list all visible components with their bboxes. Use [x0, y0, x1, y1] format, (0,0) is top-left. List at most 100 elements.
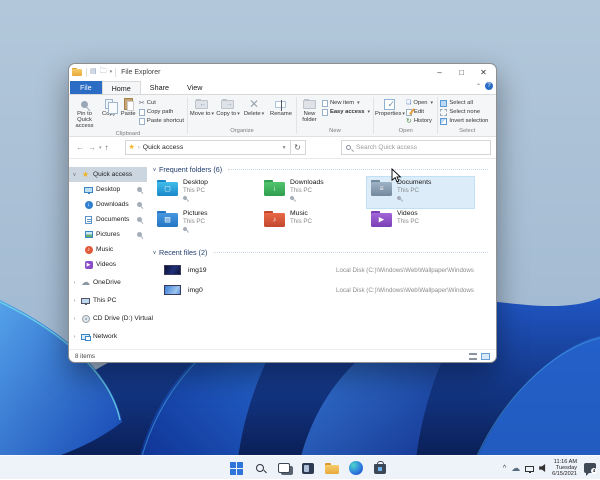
sidebar-item-quick-access[interactable]: ∨ ★ Quick access [69, 167, 147, 182]
new-item-button[interactable]: New item [321, 99, 370, 107]
pin-to-quick-access-button[interactable]: Pin to Quick access [70, 96, 99, 130]
back-icon[interactable]: ← [74, 143, 86, 152]
qat-new-folder-icon[interactable]: 🗀 [100, 68, 107, 76]
file-explorer-button[interactable] [324, 460, 340, 476]
breadcrumb-chevron-icon: › [137, 144, 140, 151]
properties-button[interactable]: Properties [375, 96, 405, 117]
cd-drive-icon [81, 314, 90, 323]
edit-button[interactable]: Edit [405, 108, 433, 116]
windows-logo-icon [229, 461, 243, 475]
sidebar-item-pictures[interactable]: Pictures [69, 227, 147, 242]
large-icons-view-icon[interactable] [481, 352, 490, 360]
up-icon[interactable]: ↑ [103, 143, 111, 152]
chevron-down-icon[interactable]: ∨ [150, 250, 159, 256]
rename-button[interactable]: Rename [267, 96, 295, 117]
refresh-button[interactable]: ↻ [290, 140, 306, 155]
easy-access-button[interactable]: Easy access [321, 108, 370, 116]
title-bar[interactable]: ▤ 🗀 ▾ File Explorer – □ ✕ [69, 64, 496, 80]
pin-icon [135, 200, 144, 209]
desktop: ▤ 🗀 ▾ File Explorer – □ ✕ File Home Shar… [0, 0, 600, 479]
paste-button[interactable]: Paste [119, 96, 138, 117]
taskbar-icons [228, 456, 388, 480]
taskbar-clock[interactable]: 11:16 AM Tuesday 6/15/2021 [552, 459, 577, 478]
search-button[interactable] [252, 460, 268, 476]
history-button[interactable]: ↻ History [406, 117, 433, 125]
minimize-button[interactable]: – [430, 65, 449, 79]
navigation-pane: ∨ ★ Quick access Desktop ↓ Downloads Doc… [69, 159, 153, 349]
tab-file[interactable]: File [70, 81, 102, 94]
copy-path-button[interactable]: Copy path [138, 108, 184, 116]
widgets-button[interactable] [300, 460, 316, 476]
chevron-right-icon[interactable]: › [71, 316, 78, 322]
close-button[interactable]: ✕ [474, 65, 493, 79]
chevron-right-icon[interactable]: › [71, 334, 78, 340]
maximize-button[interactable]: □ [452, 65, 471, 79]
select-all-button[interactable]: Select all [440, 99, 488, 107]
tab-home[interactable]: Home [101, 81, 141, 94]
tab-view[interactable]: View [178, 81, 211, 94]
collapse-ribbon-icon[interactable]: ⌃ [476, 83, 481, 90]
chevron-right-icon[interactable]: › [71, 280, 78, 286]
sidebar-item-music[interactable]: ♪ Music [69, 242, 147, 257]
folder-tile-videos[interactable]: ▶ Videos This PC [367, 208, 474, 239]
task-view-button[interactable] [276, 460, 293, 476]
forward-icon[interactable]: → [86, 143, 98, 152]
network-icon[interactable] [525, 465, 535, 473]
widgets-icon [302, 462, 314, 474]
downloads-folder-icon: ↓ [264, 180, 285, 196]
qat-properties-icon[interactable]: ▤ [90, 68, 97, 76]
tab-share[interactable]: Share [141, 81, 178, 94]
new-folder-button[interactable]: New folder [298, 96, 321, 123]
this-pc-icon [81, 297, 90, 305]
chevron-down-icon[interactable]: ∨ [71, 172, 78, 178]
notifications-icon[interactable]: 4 [584, 463, 597, 476]
copy-to-button[interactable]: → Copy to [215, 96, 241, 117]
address-bar[interactable]: ★ › Quick access ▼ [124, 140, 291, 155]
sidebar-item-this-pc[interactable]: › This PC [69, 293, 147, 308]
search-input[interactable] [354, 143, 486, 152]
frequent-folders-header[interactable]: ∨ Frequent folders (6) [147, 164, 496, 175]
recent-file-row[interactable]: img0 Local Disk (C:)\Windows\Web\Wallpap… [147, 280, 496, 300]
sidebar-item-videos[interactable]: ▶ Videos [69, 257, 147, 272]
recent-file-row[interactable]: img19 Local Disk (C:)\Windows\Web\Wallpa… [147, 260, 496, 280]
edge-button[interactable] [348, 460, 364, 476]
pictures-folder-icon: ▨ [157, 211, 178, 227]
qat-customize-chevron-icon[interactable]: ▾ [110, 69, 113, 75]
hidden-icons-chevron-icon[interactable]: ^ [503, 465, 506, 472]
pin-icon [182, 226, 188, 233]
copy-button[interactable]: Copy [99, 96, 118, 117]
sidebar-item-desktop[interactable]: Desktop [69, 182, 147, 197]
chevron-down-icon[interactable]: ∨ [150, 167, 159, 173]
help-icon[interactable]: ? [485, 82, 493, 90]
paste-shortcut-button[interactable]: Paste shortcut [138, 117, 184, 125]
recent-files-header[interactable]: ∨ Recent files (2) [147, 247, 496, 258]
sidebar-item-cd-drive[interactable]: › CD Drive (D:) Virtual [69, 311, 153, 326]
folder-tile-documents[interactable]: ≡ Documents This PC [366, 176, 475, 209]
breadcrumb[interactable]: Quick access [143, 144, 183, 151]
details-view-icon[interactable] [469, 352, 477, 360]
move-to-button[interactable]: ← Move to [189, 96, 215, 117]
cut-button[interactable]: ✂ Cut [139, 99, 184, 107]
sidebar-item-downloads[interactable]: ↓ Downloads [69, 197, 147, 212]
onedrive-cloud-icon[interactable]: ☁ [511, 463, 520, 473]
sidebar-item-documents[interactable]: Documents [69, 212, 147, 227]
folder-tile-pictures[interactable]: ▨ Pictures This PC [153, 208, 260, 239]
chevron-right-icon[interactable]: › [71, 298, 78, 304]
pin-icon [396, 195, 402, 202]
folder-tile-music[interactable]: ♪ Music This PC [260, 208, 367, 239]
open-button[interactable]: ❏ Open [406, 99, 433, 107]
copy-icon [104, 99, 118, 114]
folder-tile-downloads[interactable]: ↓ Downloads This PC [260, 177, 367, 208]
invert-selection-button[interactable]: Invert selection [440, 117, 488, 125]
sidebar-item-onedrive[interactable]: › ☁ OneDrive [69, 275, 147, 290]
delete-button[interactable]: ✕ Delete [241, 96, 267, 117]
sidebar-item-network[interactable]: › Network [69, 329, 147, 344]
address-dropdown-chevron-icon[interactable]: ▼ [282, 145, 287, 151]
folder-tile-desktop[interactable]: ▢ Desktop This PC [153, 177, 260, 208]
videos-icon: ▶ [84, 260, 93, 269]
volume-icon[interactable] [539, 464, 546, 472]
search-box[interactable] [341, 140, 491, 155]
select-none-button[interactable]: Select none [440, 108, 488, 116]
start-button[interactable] [228, 460, 244, 476]
store-button[interactable] [372, 460, 388, 476]
